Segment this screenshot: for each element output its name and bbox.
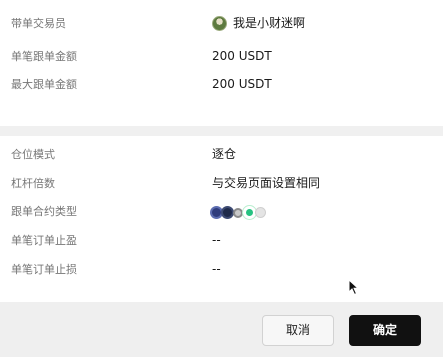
contract-types-label: 跟单合约类型 bbox=[11, 205, 77, 218]
cancel-button[interactable]: 取消 bbox=[262, 315, 334, 346]
confirm-button[interactable]: 确定 bbox=[349, 315, 421, 346]
coin-icon bbox=[255, 207, 266, 218]
margin-mode-label: 仓位模式 bbox=[11, 148, 55, 161]
trader-name: 我是小财迷啊 bbox=[233, 16, 306, 30]
stop-loss-value: -- bbox=[212, 262, 221, 276]
section-divider bbox=[0, 126, 443, 136]
take-profit-value: -- bbox=[212, 233, 221, 247]
take-profit-label: 单笔订单止盈 bbox=[11, 234, 77, 247]
leverage-value: 与交易页面设置相同 bbox=[212, 176, 321, 190]
copy-trade-confirm-dialog: 带单交易员 我是小财迷啊 单笔跟单金额 200 USDT 最大跟单金额 200 … bbox=[0, 0, 443, 357]
trader-avatar bbox=[212, 16, 227, 31]
mouse-cursor-icon bbox=[348, 279, 360, 296]
stop-loss-label: 单笔订单止损 bbox=[11, 263, 77, 276]
margin-mode-value: 逐仓 bbox=[212, 147, 237, 161]
leverage-label: 杠杆倍数 bbox=[11, 177, 55, 190]
coin-icon bbox=[233, 208, 243, 218]
single-amount-label: 单笔跟单金额 bbox=[11, 50, 77, 63]
copy-amount-section: 带单交易员 我是小财迷啊 单笔跟单金额 200 USDT 最大跟单金额 200 … bbox=[0, 0, 443, 126]
trader-label: 带单交易员 bbox=[11, 17, 66, 30]
max-amount-value: 200 USDT bbox=[212, 77, 272, 91]
max-amount-label: 最大跟单金额 bbox=[11, 78, 77, 91]
single-amount-value: 200 USDT bbox=[212, 49, 272, 63]
